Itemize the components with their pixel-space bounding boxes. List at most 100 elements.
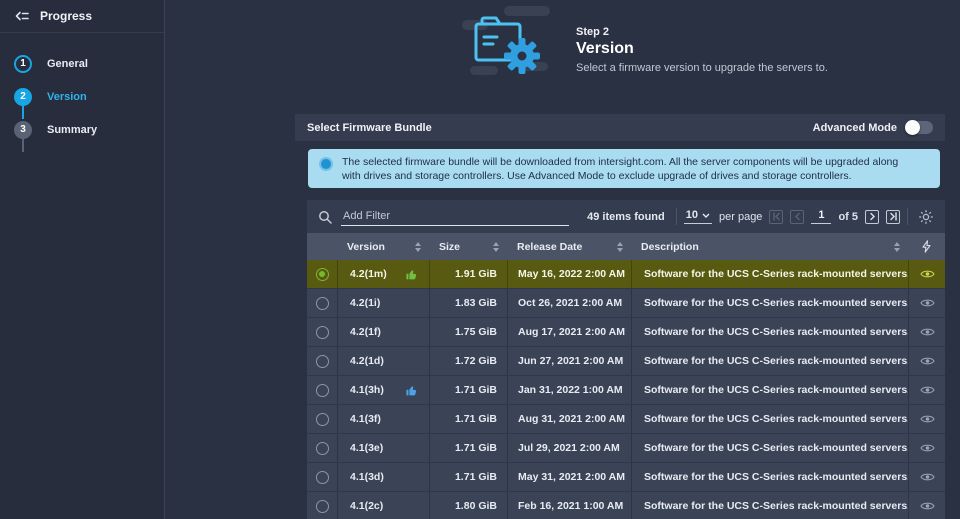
row-preview-cell — [908, 492, 945, 519]
next-page-button[interactable] — [865, 209, 879, 224]
row-description-cell: Software for the UCS C-Series rack-mount… — [631, 376, 908, 404]
row-preview-cell — [908, 260, 945, 288]
column-header-version[interactable]: Version — [337, 233, 429, 260]
step-header: Step 2 Version Select a firmware version… — [460, 4, 828, 80]
row-release-date-cell: May 16, 2022 2:00 AM — [507, 260, 631, 288]
row-preview-cell — [908, 405, 945, 433]
sidebar-step-summary[interactable]: 3 Summary — [0, 113, 164, 146]
sidebar-step-general[interactable]: 1 General — [0, 47, 164, 80]
info-banner: The selected firmware bundle will be dow… — [308, 149, 940, 188]
eye-icon[interactable] — [919, 356, 935, 366]
eye-icon[interactable] — [919, 414, 935, 424]
search-icon — [318, 210, 332, 224]
row-radio-button[interactable] — [315, 441, 329, 455]
table-body: 4.2(1m) 1.91 GiB May 16, 2022 2:00 AM So… — [307, 260, 945, 519]
row-version-cell: 4.1(3e) — [337, 434, 429, 462]
row-radio-button[interactable] — [315, 325, 329, 339]
row-radio-button[interactable] — [315, 470, 329, 484]
row-version-cell: 4.2(1m) — [337, 260, 429, 288]
sidebar-step-version[interactable]: 2 Version — [0, 80, 164, 113]
firmware-upgrade-wizard: Progress 1 General 2 Version 3 Summary S… — [0, 0, 960, 519]
toggle-knob — [905, 120, 920, 135]
column-header-size[interactable]: Size — [429, 233, 507, 260]
row-description-cell: Software for the UCS C-Series rack-mount… — [631, 492, 908, 519]
column-label: Version — [347, 240, 385, 253]
row-radio-cell — [307, 434, 337, 462]
actions-column-header — [908, 233, 945, 260]
version-text: 4.2(1f) — [350, 326, 381, 338]
row-size-cell: 1.71 GiB — [429, 376, 507, 404]
current-page-input[interactable]: 1 — [811, 209, 832, 224]
items-found-count: 49 items found — [587, 210, 665, 223]
version-text: 4.2(1i) — [350, 297, 381, 309]
row-size-cell: 1.71 GiB — [429, 463, 507, 491]
row-radio-button[interactable] — [315, 296, 329, 310]
table-row[interactable]: 4.2(1f) 1.75 GiB Aug 17, 2021 2:00 AM So… — [307, 318, 945, 347]
eye-icon[interactable] — [919, 327, 935, 337]
last-page-button[interactable] — [886, 209, 900, 224]
step-number-badge: 2 — [14, 87, 32, 106]
row-radio-cell — [307, 289, 337, 317]
page-size-select[interactable]: 10 — [683, 209, 712, 224]
prev-page-button[interactable] — [790, 209, 805, 224]
version-text: 4.1(3d) — [350, 471, 384, 483]
row-radio-cell — [307, 318, 337, 346]
version-text: 4.1(3e) — [350, 442, 384, 454]
row-version-cell: 4.1(3h) — [337, 376, 429, 404]
table-row[interactable]: 4.2(1m) 1.91 GiB May 16, 2022 2:00 AM So… — [307, 260, 945, 289]
chevron-down-icon — [702, 213, 710, 218]
row-description-cell: Software for the UCS C-Series rack-mount… — [631, 318, 908, 346]
row-radio-cell — [307, 492, 337, 519]
row-description-cell: Software for the UCS C-Series rack-mount… — [631, 463, 908, 491]
row-radio-button[interactable] — [315, 354, 329, 368]
toolbar-right: 49 items found 10 per page 1 of 5 — [587, 208, 934, 225]
sidebar-title: Progress — [40, 9, 93, 23]
advanced-mode-control: Advanced Mode — [813, 120, 933, 135]
advanced-mode-toggle[interactable] — [905, 120, 933, 135]
firmware-table: 49 items found 10 per page 1 of 5 — [307, 200, 945, 519]
row-version-cell: 4.1(3f) — [337, 405, 429, 433]
row-radio-button[interactable] — [315, 383, 329, 397]
row-version-cell: 4.2(1f) — [337, 318, 429, 346]
eye-icon[interactable] — [919, 501, 935, 511]
row-version-cell: 4.1(2c) — [337, 492, 429, 519]
table-row[interactable]: 4.1(3f) 1.71 GiB Aug 31, 2021 2:00 AM So… — [307, 405, 945, 434]
eye-icon[interactable] — [919, 472, 935, 482]
page-title: Version — [576, 40, 634, 57]
table-row[interactable]: 4.2(1d) 1.72 GiB Jun 27, 2021 2:00 AM So… — [307, 347, 945, 376]
row-radio-cell — [307, 463, 337, 491]
row-radio-cell — [307, 405, 337, 433]
eye-icon[interactable] — [919, 298, 935, 308]
row-size-cell: 1.83 GiB — [429, 289, 507, 317]
collapse-sidebar-icon[interactable] — [14, 9, 30, 23]
table-row[interactable]: 4.1(3d) 1.71 GiB May 31, 2021 2:00 AM So… — [307, 463, 945, 492]
table-settings-gear-icon[interactable] — [918, 209, 934, 225]
row-description-cell: Software for the UCS C-Series rack-mount… — [631, 347, 908, 375]
sort-icon — [894, 241, 900, 252]
eye-icon[interactable] — [919, 385, 935, 395]
table-row[interactable]: 4.1(3e) 1.71 GiB Jul 29, 2021 2:00 AM So… — [307, 434, 945, 463]
eye-icon[interactable] — [919, 443, 935, 453]
step-number-badge: 1 — [14, 54, 32, 73]
eye-icon[interactable] — [919, 269, 935, 279]
row-version-cell: 4.2(1d) — [337, 347, 429, 375]
row-radio-button[interactable] — [315, 267, 329, 281]
table-row[interactable]: 4.2(1i) 1.83 GiB Oct 26, 2021 2:00 AM So… — [307, 289, 945, 318]
row-radio-button[interactable] — [315, 412, 329, 426]
table-header-row: Version Size Release Date Description — [307, 233, 945, 260]
first-page-button[interactable] — [769, 209, 784, 224]
filter-input[interactable] — [341, 207, 569, 226]
table-row[interactable]: 4.1(3h) 1.71 GiB Jan 31, 2022 1:00 AM So… — [307, 376, 945, 405]
info-banner-text: The selected firmware bundle will be dow… — [342, 156, 899, 182]
step-number-badge: 3 — [14, 120, 32, 139]
row-release-date-cell: Aug 17, 2021 2:00 AM — [507, 318, 631, 346]
wizard-steps: 1 General 2 Version 3 Summary — [0, 47, 164, 152]
step-label: Summary — [47, 123, 98, 136]
column-header-description[interactable]: Description — [631, 233, 908, 260]
total-pages-label: of 5 — [838, 210, 858, 223]
row-version-cell: 4.2(1i) — [337, 289, 429, 317]
row-preview-cell — [908, 318, 945, 346]
row-radio-button[interactable] — [315, 499, 329, 513]
column-header-release-date[interactable]: Release Date — [507, 233, 631, 260]
table-row[interactable]: 4.1(2c) 1.80 GiB Feb 16, 2021 1:00 AM So… — [307, 492, 945, 519]
